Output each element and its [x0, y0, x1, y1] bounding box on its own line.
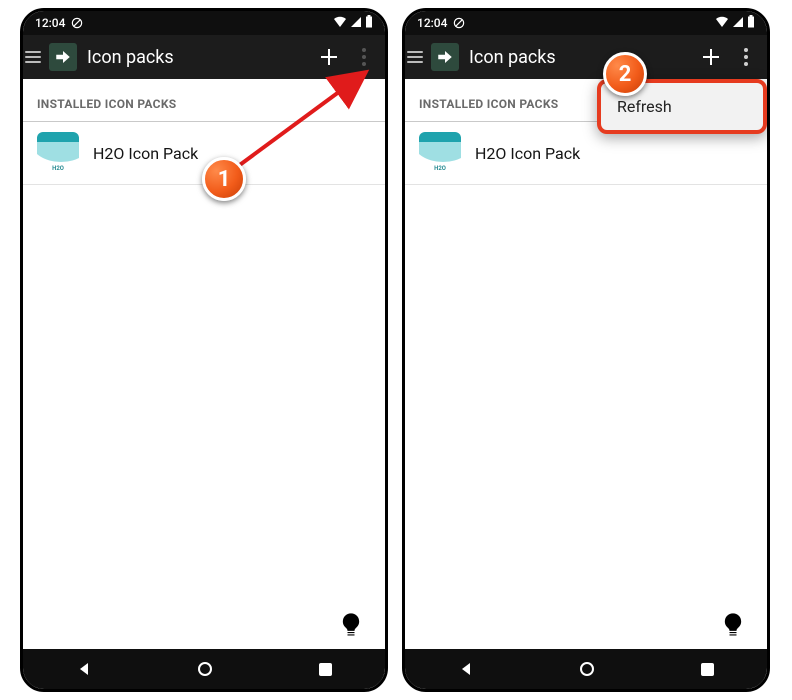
icon-pack-label: H2O Icon Pack — [475, 144, 580, 163]
nav-home-button[interactable] — [580, 662, 594, 676]
menu-icon[interactable] — [405, 51, 425, 63]
app-logo-icon — [49, 43, 77, 71]
phone-left: 12:04 Icon packs INSTA — [20, 8, 388, 692]
nav-recent-button[interactable] — [701, 663, 714, 676]
icon-pack-thumbnail: H2O — [37, 132, 79, 174]
nav-back-button[interactable] — [76, 661, 92, 677]
battery-icon — [365, 15, 373, 31]
signal-icon — [732, 16, 744, 31]
app-bar-title: Icon packs — [465, 47, 691, 68]
wifi-icon — [333, 16, 347, 31]
nav-back-button[interactable] — [458, 661, 474, 677]
add-button[interactable] — [691, 37, 731, 77]
hint-lightbulb-icon[interactable] — [713, 605, 753, 645]
icon-pack-thumbnail: H2O — [419, 132, 461, 174]
app-bar: Icon packs — [405, 35, 767, 79]
app-bar: Icon packs — [23, 35, 385, 79]
menu-icon[interactable] — [23, 51, 43, 63]
wifi-icon — [715, 16, 729, 31]
nav-home-button[interactable] — [198, 662, 212, 676]
hint-lightbulb-icon[interactable] — [331, 605, 371, 645]
status-bar: 12:04 — [405, 11, 767, 35]
annotation-callout-1: 1 — [202, 157, 246, 201]
status-bar: 12:04 — [23, 11, 385, 35]
phone-right: 12:04 Icon packs INSTA — [402, 8, 770, 692]
app-bar-title: Icon packs — [83, 47, 309, 68]
overflow-menu-button[interactable] — [731, 37, 761, 77]
add-button[interactable] — [309, 37, 349, 77]
annotation-callout-2: 2 — [603, 52, 647, 96]
status-time: 12:04 — [417, 16, 447, 30]
status-time: 12:04 — [35, 16, 65, 30]
section-header: INSTALLED ICON PACKS — [23, 79, 385, 122]
battery-icon — [747, 15, 755, 31]
signal-icon — [350, 16, 362, 31]
overflow-menu-button[interactable] — [349, 37, 379, 77]
nav-recent-button[interactable] — [319, 663, 332, 676]
dnd-icon — [71, 17, 83, 29]
app-logo-icon — [431, 43, 459, 71]
dnd-icon — [453, 17, 465, 29]
icon-pack-label: H2O Icon Pack — [93, 144, 198, 163]
nav-bar — [23, 649, 385, 689]
nav-bar — [405, 649, 767, 689]
